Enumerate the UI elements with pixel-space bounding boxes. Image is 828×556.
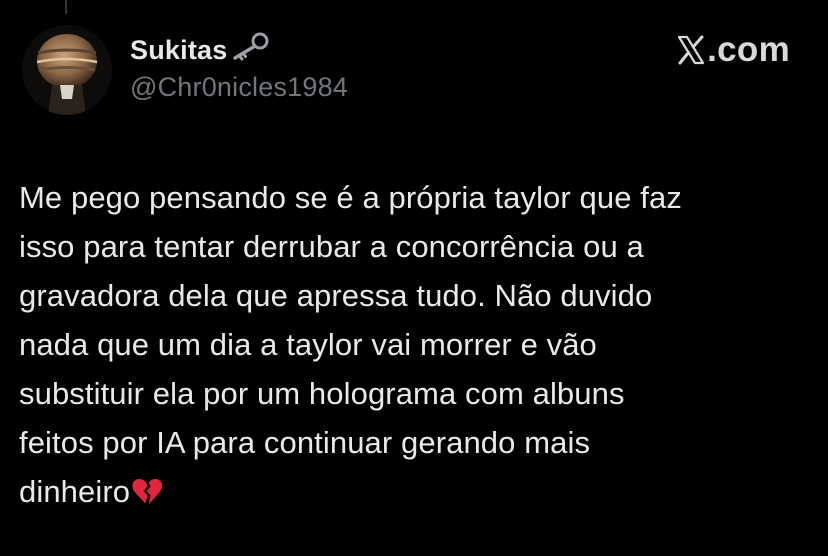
name-row: Sukitas (130, 32, 348, 68)
author-info: Sukitas @Chr0nicles1984 (130, 32, 348, 103)
x-logo-icon (678, 35, 705, 65)
avatar[interactable] (22, 25, 112, 115)
display-name[interactable]: Sukitas (130, 35, 227, 66)
brand-domain-text: .com (707, 30, 790, 69)
thread-connector-line (65, 0, 67, 14)
tweet-text-container: Me pego pensando se é a própria taylor q… (19, 173, 809, 521)
x-com-brand: .com (676, 30, 790, 70)
avatar-image (22, 25, 112, 115)
key-icon (229, 30, 271, 67)
broken-heart-icon (131, 472, 163, 521)
tweet-text: Me pego pensando se é a própria taylor q… (19, 180, 682, 509)
user-handle[interactable]: @Chr0nicles1984 (130, 72, 348, 103)
